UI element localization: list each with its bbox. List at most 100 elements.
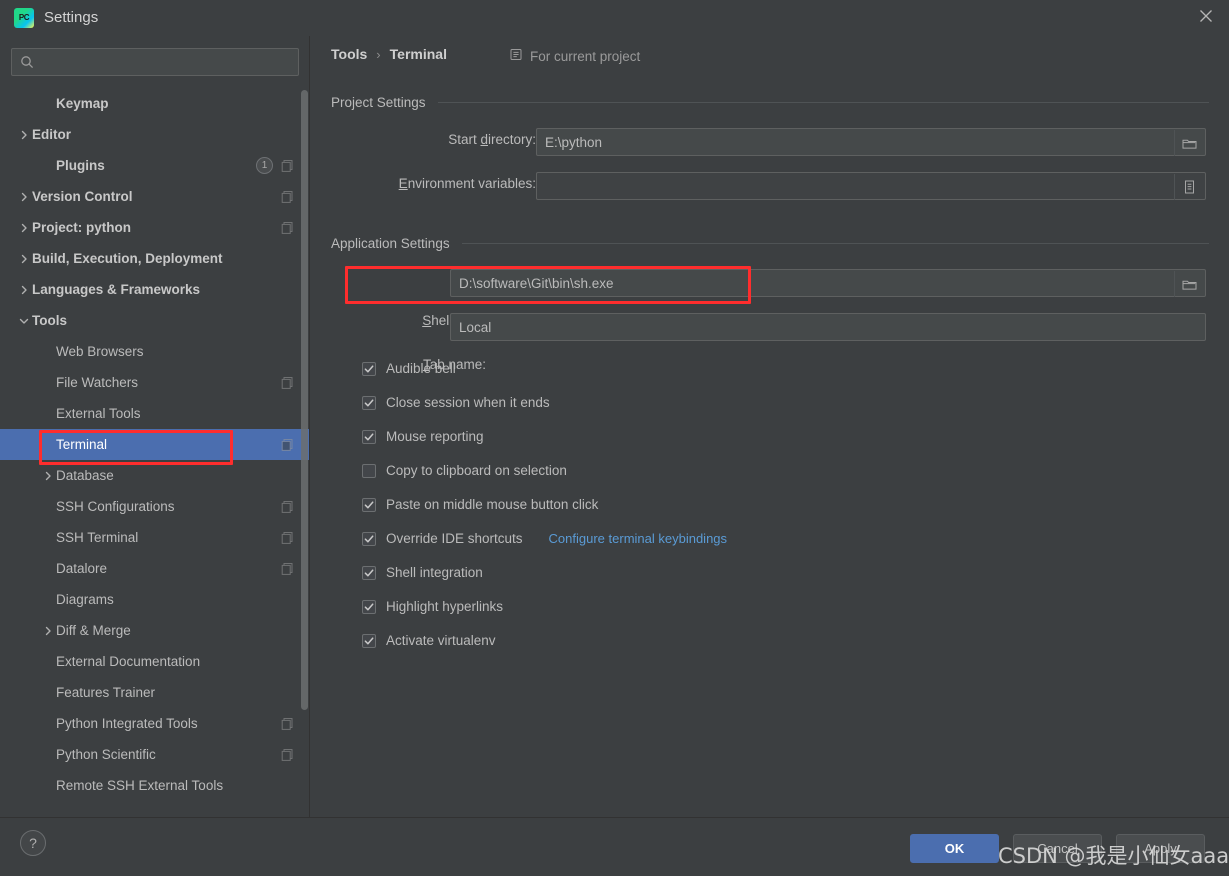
copy-settings-icon[interactable]	[281, 531, 294, 544]
checkbox-box[interactable]	[362, 599, 376, 614]
checkbox-shell-integration[interactable]: Shell integration	[362, 565, 483, 580]
copy-settings-icon[interactable]	[281, 376, 294, 389]
checkbox-activate-virtualenv[interactable]: Activate virtualenv	[362, 633, 496, 648]
breadcrumb-root[interactable]: Tools	[331, 46, 367, 62]
copy-settings-icon[interactable]	[281, 221, 294, 234]
checkbox-copy-to-clipboard-on-selection[interactable]: Copy to clipboard on selection	[362, 463, 567, 478]
checkbox-box[interactable]	[362, 633, 376, 648]
checkbox-box[interactable]	[362, 463, 376, 478]
checkbox-label: Shell integration	[386, 565, 483, 580]
chevron-right-icon[interactable]	[40, 460, 56, 491]
sidebar-item-languages-frameworks[interactable]: Languages & Frameworks	[0, 274, 310, 305]
copy-settings-icon[interactable]	[281, 159, 294, 172]
sidebar-item-label: Project: python	[32, 220, 132, 235]
chevron-right-icon[interactable]	[16, 274, 32, 305]
copy-settings-icon[interactable]	[281, 748, 294, 761]
sidebar-item-keymap[interactable]: Keymap	[0, 88, 310, 119]
start-directory-field[interactable]: E:\python	[536, 128, 1206, 156]
search-box[interactable]	[11, 48, 299, 76]
checkbox-box[interactable]	[362, 429, 376, 444]
checkbox-box[interactable]	[362, 395, 376, 410]
checkbox-mouse-reporting[interactable]: Mouse reporting	[362, 429, 484, 444]
folder-icon[interactable]	[1174, 271, 1204, 297]
sidebar-item-version-control[interactable]: Version Control	[0, 181, 310, 212]
search-input[interactable]	[34, 54, 298, 70]
sidebar-item-features-trainer[interactable]: Features Trainer	[0, 677, 310, 708]
chevron-right-icon[interactable]	[40, 615, 56, 646]
checkbox-box[interactable]	[362, 565, 376, 580]
sidebar-item-label: Diff & Merge	[56, 623, 131, 638]
tree-row-adornments	[281, 708, 294, 739]
copy-settings-icon[interactable]	[281, 500, 294, 513]
sidebar-item-diagrams[interactable]: Diagrams	[0, 584, 310, 615]
checkbox-paste-on-middle-mouse-button-click[interactable]: Paste on middle mouse button click	[362, 497, 598, 512]
checkbox-close-session-when-it-ends[interactable]: Close session when it ends	[362, 395, 550, 410]
sidebar-item-terminal[interactable]: Terminal	[0, 429, 310, 460]
copy-settings-icon[interactable]	[281, 190, 294, 203]
tree-row-adornments	[281, 739, 294, 770]
environment-variables-field[interactable]	[536, 172, 1206, 200]
checkbox-highlight-hyperlinks[interactable]: Highlight hyperlinks	[362, 599, 503, 614]
sidebar-item-datalore[interactable]: Datalore	[0, 553, 310, 584]
project-settings-group-header: Project Settings	[331, 95, 1209, 110]
sidebar-item-external-tools[interactable]: External Tools	[0, 398, 310, 429]
checkbox-box[interactable]	[362, 497, 376, 512]
sidebar-item-tools[interactable]: Tools	[0, 305, 310, 336]
application-settings-heading: Application Settings	[331, 236, 450, 251]
help-button[interactable]: ?	[20, 830, 46, 856]
pycharm-logo-icon: PC	[14, 8, 34, 28]
chevron-right-icon[interactable]	[16, 212, 32, 243]
chevron-right-icon[interactable]	[16, 181, 32, 212]
sidebar-item-python-integrated-tools[interactable]: Python Integrated Tools	[0, 708, 310, 739]
sidebar-item-label: SSH Configurations	[56, 499, 175, 514]
apply-button[interactable]: Apply	[1116, 834, 1205, 863]
sidebar-item-label: External Documentation	[56, 654, 201, 669]
copy-settings-icon[interactable]	[281, 562, 294, 575]
close-icon[interactable]	[1183, 0, 1229, 32]
sidebar-item-file-watchers[interactable]: File Watchers	[0, 367, 310, 398]
settings-tree[interactable]: Keymap Editor Plugins 1 Version Control Proje…	[0, 88, 310, 817]
sidebar-item-plugins[interactable]: Plugins 1	[0, 150, 310, 181]
tab-name-value: Local	[459, 319, 492, 335]
cancel-button[interactable]: Cancel	[1013, 834, 1102, 863]
checkbox-box[interactable]	[362, 361, 376, 376]
chevron-right-icon[interactable]	[16, 119, 32, 150]
breadcrumb: Tools › Terminal	[331, 46, 447, 62]
tree-row-adornments	[281, 212, 294, 243]
ok-button[interactable]: OK	[910, 834, 999, 863]
sidebar-item-remote-ssh-external-tools[interactable]: Remote SSH External Tools	[0, 770, 310, 801]
sidebar-item-label: Python Scientific	[56, 747, 156, 762]
configure-terminal-keybindings-link[interactable]: Configure terminal keybindings	[549, 531, 727, 546]
sidebar-item-ssh-terminal[interactable]: SSH Terminal	[0, 522, 310, 553]
folder-icon[interactable]	[1174, 130, 1204, 156]
chevron-down-icon[interactable]	[16, 305, 32, 336]
shell-path-field[interactable]: D:\software\Git\bin\sh.exe	[450, 269, 1206, 297]
sidebar-item-ssh-configurations[interactable]: SSH Configurations	[0, 491, 310, 522]
breadcrumb-leaf: Terminal	[389, 46, 447, 62]
checkbox-box[interactable]	[362, 531, 376, 546]
tree-row-adornments	[281, 181, 294, 212]
copy-settings-icon[interactable]	[281, 717, 294, 730]
breadcrumb-separator-icon: ›	[376, 46, 381, 62]
for-current-project-indicator: For current project	[510, 48, 640, 64]
sidebar-item-editor[interactable]: Editor	[0, 119, 310, 150]
checkbox-override-ide-shortcuts[interactable]: Override IDE shortcuts Configure terminal…	[362, 531, 727, 546]
start-directory-label-pre: Start	[448, 132, 481, 147]
sidebar-item-external-documentation[interactable]: External Documentation	[0, 646, 310, 677]
sidebar-item-web-browsers[interactable]: Web Browsers	[0, 336, 310, 367]
sidebar-item-diff-merge[interactable]: Diff & Merge	[0, 615, 310, 646]
checkbox-audible-bell[interactable]: Audible bell	[362, 361, 456, 376]
settings-sidebar: Keymap Editor Plugins 1 Version Control Proje…	[0, 36, 310, 817]
chevron-right-icon[interactable]	[16, 243, 32, 274]
sidebar-item-label: Datalore	[56, 561, 108, 576]
sidebar-item-database[interactable]: Database	[0, 460, 310, 491]
sidebar-item-label: File Watchers	[56, 375, 139, 390]
sidebar-item-project-python[interactable]: Project: python	[0, 212, 310, 243]
tab-name-field[interactable]: Local	[450, 313, 1206, 341]
copy-settings-icon[interactable]	[281, 438, 294, 451]
environment-variables-label-post: nvironment variables:	[407, 176, 536, 191]
sidebar-item-build-execution-deployment[interactable]: Build, Execution, Deployment	[0, 243, 310, 274]
variables-list-icon[interactable]	[1174, 174, 1204, 200]
sidebar-scrollbar[interactable]	[301, 90, 308, 710]
sidebar-item-python-scientific[interactable]: Python Scientific	[0, 739, 310, 770]
